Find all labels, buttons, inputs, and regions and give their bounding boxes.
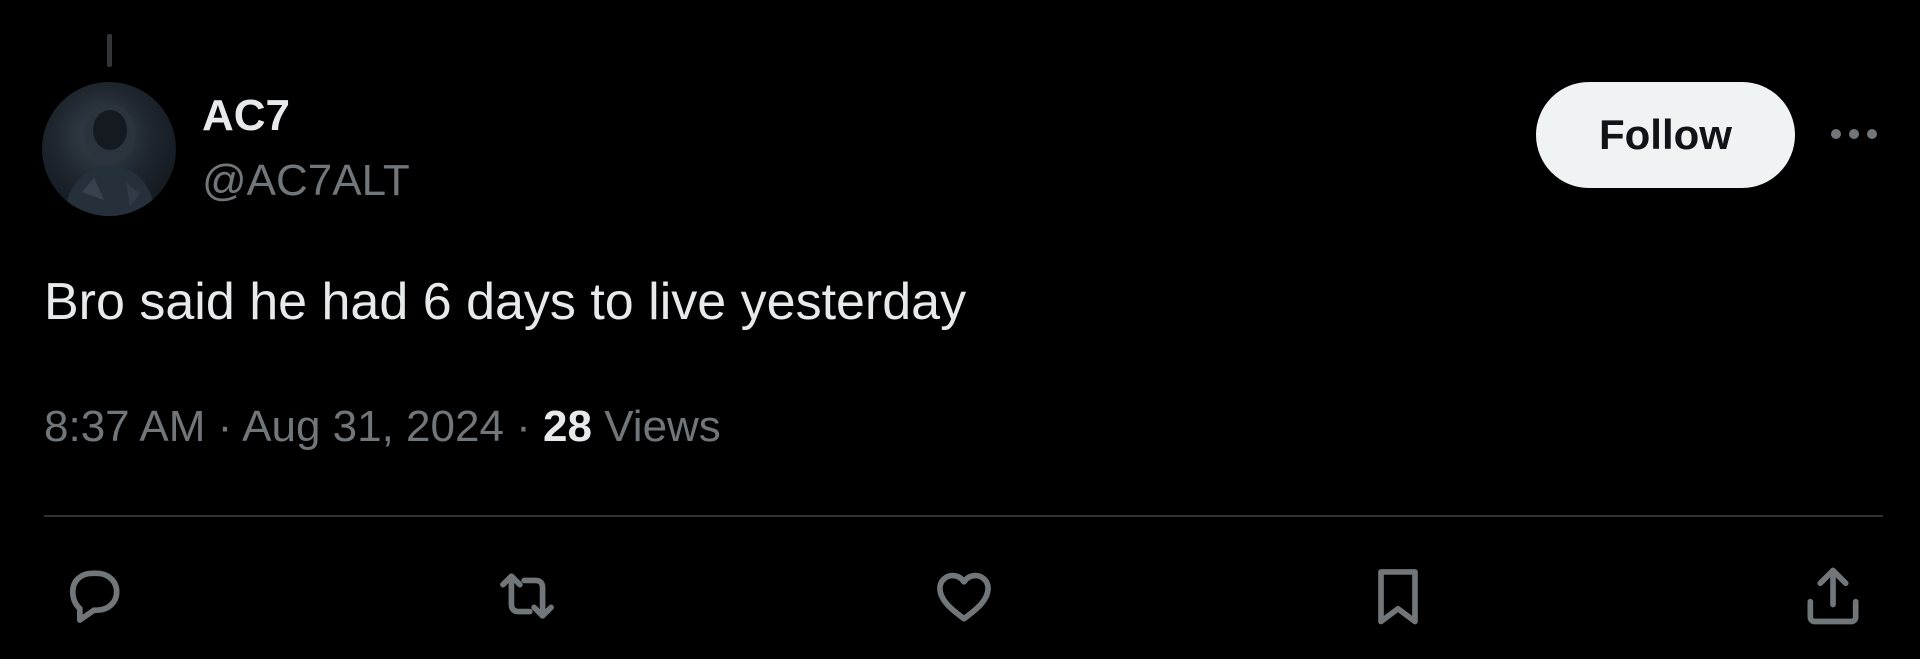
bookmark-button[interactable] bbox=[1362, 560, 1434, 632]
share-button[interactable] bbox=[1797, 560, 1869, 632]
more-options-icon bbox=[1831, 129, 1877, 139]
views-count: 28 bbox=[543, 402, 592, 451]
bookmark-icon bbox=[1378, 569, 1418, 625]
tweet-text: Bro said he had 6 days to live yesterday bbox=[44, 273, 967, 331]
tweet-meta: 8:37 AM · Aug 31, 2024 · 28 Views bbox=[44, 399, 721, 455]
heart-icon bbox=[937, 572, 991, 622]
avatar[interactable] bbox=[42, 82, 176, 216]
thread-connector-line bbox=[107, 34, 112, 67]
views-label: Views bbox=[604, 402, 721, 451]
meta-separator: · bbox=[516, 402, 531, 451]
divider bbox=[44, 515, 1883, 517]
more-options-button[interactable] bbox=[1826, 112, 1882, 156]
like-button[interactable] bbox=[928, 560, 1000, 632]
tweet-time[interactable]: 8:37 AM bbox=[44, 402, 205, 451]
author-handle[interactable]: @AC7ALT bbox=[202, 154, 410, 208]
author-display-name[interactable]: AC7 bbox=[202, 89, 290, 143]
user-avatar-icon bbox=[64, 104, 156, 216]
follow-button[interactable]: Follow bbox=[1536, 82, 1795, 188]
tweet-date[interactable]: Aug 31, 2024 bbox=[242, 402, 504, 451]
share-icon bbox=[1807, 567, 1859, 625]
retweet-button[interactable] bbox=[491, 560, 563, 632]
reply-button[interactable] bbox=[58, 560, 130, 632]
meta-separator: · bbox=[217, 402, 233, 451]
reply-icon bbox=[69, 570, 120, 623]
retweet-icon bbox=[500, 573, 554, 619]
